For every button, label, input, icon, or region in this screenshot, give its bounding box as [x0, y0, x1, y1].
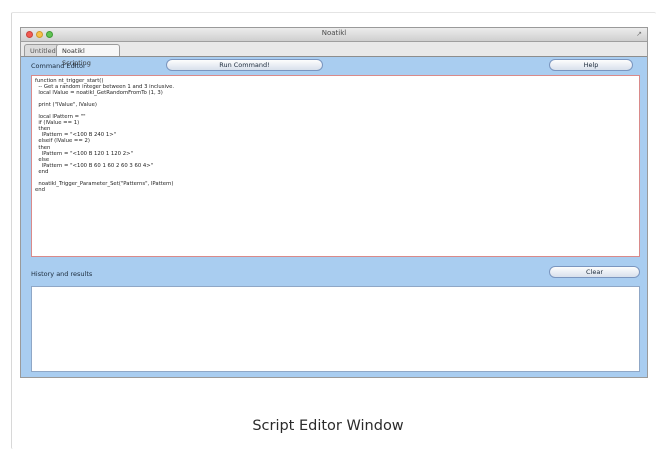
help-button[interactable]: Help — [549, 59, 633, 71]
command-editor-textarea[interactable]: function nt_trigger_start() -- Get a ran… — [31, 75, 640, 257]
app-window: Noatikl ↗ Untitled Noatikl Scripting Com… — [20, 27, 648, 378]
tab-untitled[interactable]: Untitled — [24, 44, 60, 56]
history-results-panel[interactable] — [31, 286, 640, 372]
tab-bar: Untitled Noatikl Scripting — [21, 42, 647, 67]
title-bar: Noatikl ↗ — [21, 28, 647, 42]
history-label: History and results — [31, 270, 93, 278]
command-editor-label: Command Editor — [31, 62, 86, 70]
script-code: function nt_trigger_start() -- Get a ran… — [35, 78, 175, 193]
clear-button[interactable]: Clear — [549, 266, 640, 278]
tab-noatikl-scripting[interactable]: Noatikl Scripting — [56, 44, 120, 67]
fullscreen-icon[interactable]: ↗ — [636, 30, 642, 39]
run-command-button[interactable]: Run Command! — [166, 59, 323, 71]
figure-caption: Script Editor Window — [252, 418, 404, 434]
window-title: Noatikl — [321, 29, 347, 37]
